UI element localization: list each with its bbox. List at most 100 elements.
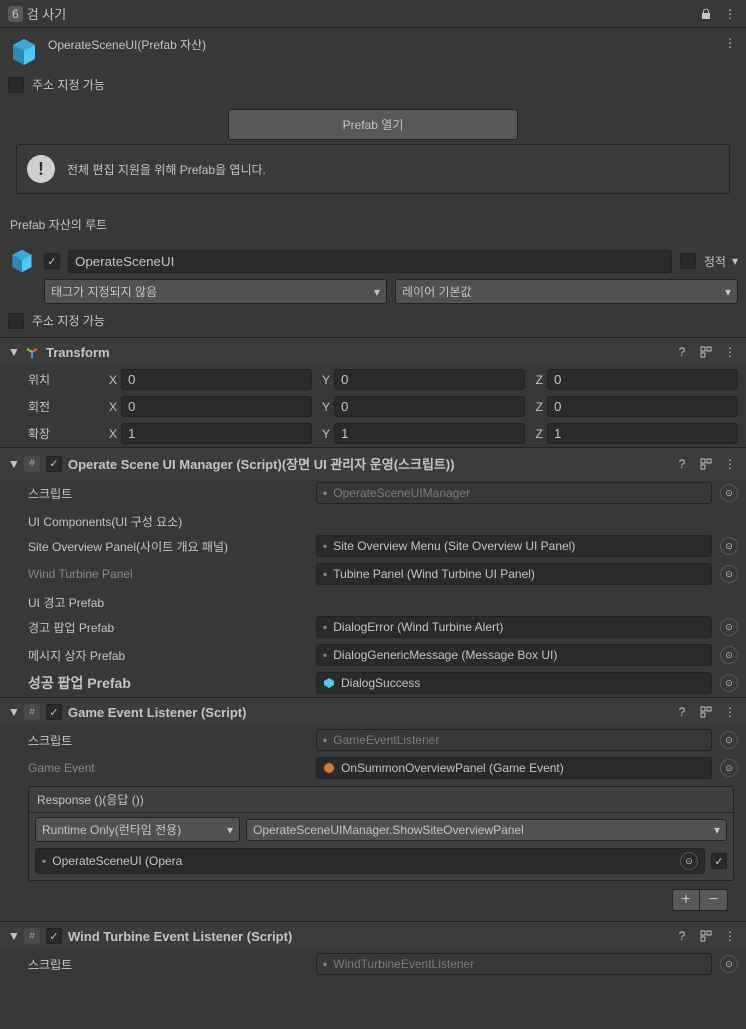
component-menu-icon[interactable]: ⋮ <box>722 704 738 720</box>
root-addressable-checkbox[interactable] <box>8 313 24 329</box>
kebab-menu-icon[interactable]: ⋮ <box>722 7 738 21</box>
event-arg-checkbox[interactable] <box>711 853 727 869</box>
position-z-input[interactable] <box>547 369 738 390</box>
transform-foldout[interactable]: ▼ <box>8 345 18 359</box>
preset-icon[interactable] <box>698 344 714 360</box>
y-label: Y <box>316 373 330 387</box>
script-field: ▪ OperateSceneUIManager <box>316 482 712 504</box>
tag-label: 태그가 지정되지 않음 <box>51 283 157 300</box>
ui-components-heading: UI Components(UI 구성 요소) <box>0 507 746 532</box>
wtel-foldout[interactable]: ▼ <box>8 929 18 943</box>
event-target-field[interactable]: ▪OperateSceneUI (Opera ⊙ <box>35 848 705 874</box>
site-overview-field[interactable]: ▪Site Overview Menu (Site Overview UI Pa… <box>316 535 712 557</box>
help-icon[interactable]: ? <box>674 344 690 360</box>
wtel-title: Wind Turbine Event Listener (Script) <box>68 929 668 944</box>
success-popup-field[interactable]: DialogSuccess <box>316 672 712 694</box>
script-label: 스크립트 <box>28 485 308 502</box>
z-label: Z <box>529 373 543 387</box>
runtime-dropdown[interactable]: Runtime Only(런타임 전용)▾ <box>35 817 240 842</box>
remove-event-button[interactable]: − <box>700 889 728 911</box>
preset-icon[interactable] <box>698 928 714 944</box>
rotation-x-input[interactable] <box>121 396 312 417</box>
info-message: 전체 편집 지원을 위해 Prefab을 엽니다. <box>67 161 266 178</box>
operate-foldout[interactable]: ▼ <box>8 457 18 471</box>
object-picker-icon[interactable]: ⊙ <box>720 537 738 555</box>
rotation-z-input[interactable] <box>547 396 738 417</box>
rotation-label: 회전 <box>28 398 95 415</box>
game-event-field[interactable]: OnSummonOverviewPanel (Game Event) <box>316 757 712 779</box>
addressable-checkbox[interactable] <box>8 77 24 93</box>
object-picker-icon[interactable]: ⊙ <box>720 565 738 583</box>
prefab-root-label: Prefab 자산의 루트 <box>0 206 746 243</box>
ui-alert-heading: UI 경고 Prefab <box>0 588 746 613</box>
scale-x-input[interactable] <box>121 423 312 444</box>
gel-script-label: 스크립트 <box>28 732 308 749</box>
wtel-script-label: 스크립트 <box>28 956 308 973</box>
message-box-field[interactable]: ▪DialogGenericMessage (Message Box UI) <box>316 644 712 666</box>
position-x-input[interactable] <box>121 369 312 390</box>
x-label: X <box>103 373 117 387</box>
gameobject-name-input[interactable] <box>68 250 672 273</box>
alert-popup-label: 경고 팝업 Prefab <box>28 619 308 636</box>
scale-z-input[interactable] <box>547 423 738 444</box>
object-picker-icon[interactable]: ⊙ <box>720 759 738 777</box>
object-picker-icon[interactable]: ⊙ <box>720 731 738 749</box>
object-picker-icon[interactable]: ⊙ <box>720 484 738 502</box>
scale-y-input[interactable] <box>334 423 525 444</box>
wind-turbine-label: Wind Turbine Panel <box>28 567 308 581</box>
open-prefab-button[interactable]: Prefab 열기 <box>228 109 518 140</box>
gel-foldout[interactable]: ▼ <box>8 705 18 719</box>
position-y-input[interactable] <box>334 369 525 390</box>
wtel-enable-checkbox[interactable] <box>46 928 62 944</box>
operate-title: Operate Scene UI Manager (Script)(장면 UI … <box>68 454 668 473</box>
wind-turbine-field[interactable]: ▪Tubine Panel (Wind Turbine UI Panel) <box>316 563 712 585</box>
object-picker-icon[interactable]: ⊙ <box>680 852 698 870</box>
transform-icon <box>24 344 40 360</box>
alert-popup-field[interactable]: ▪DialogError (Wind Turbine Alert) <box>316 616 712 638</box>
root-cube-icon <box>8 247 36 275</box>
object-picker-icon[interactable]: ⊙ <box>720 618 738 636</box>
gel-script-field: ▪GameEventListener <box>316 729 712 751</box>
method-dropdown[interactable]: OperateSceneUIManager.ShowSiteOverviewPa… <box>246 819 727 841</box>
scriptable-object-icon <box>323 762 335 774</box>
prefab-name: OperateSceneUI(Prefab 자산) <box>48 36 714 53</box>
root-addressable-label: 주소 지정 가능 <box>32 312 105 329</box>
gel-enable-checkbox[interactable] <box>46 704 62 720</box>
site-overview-label: Site Overview Panel(사이트 개요 패널) <box>28 538 308 555</box>
prefab-menu-icon[interactable]: ⋮ <box>722 36 738 50</box>
info-icon: ! <box>27 155 55 183</box>
object-picker-icon[interactable]: ⊙ <box>720 674 738 692</box>
operate-enable-checkbox[interactable] <box>46 456 62 472</box>
add-event-button[interactable]: + <box>672 889 700 911</box>
help-icon[interactable]: ? <box>674 704 690 720</box>
static-dropdown[interactable]: 정적 <box>704 253 738 270</box>
rotation-y-input[interactable] <box>334 396 525 417</box>
addressable-label: 주소 지정 가능 <box>32 76 105 93</box>
layer-label: 레이어 기본값 <box>402 283 472 300</box>
help-icon[interactable]: ? <box>674 456 690 472</box>
component-menu-icon[interactable]: ⋮ <box>722 344 738 360</box>
message-box-label: 메시지 상자 Prefab <box>28 647 308 664</box>
script-file-icon: ▪ <box>323 486 327 500</box>
wtel-script-field: ▪WindTurbineEventListener <box>316 953 712 975</box>
object-picker-icon[interactable]: ⊙ <box>720 646 738 664</box>
lock-icon[interactable] <box>700 8 716 20</box>
component-menu-icon[interactable]: ⋮ <box>722 456 738 472</box>
header-badge: 6 <box>8 6 23 22</box>
static-checkbox[interactable] <box>680 253 696 269</box>
preset-icon[interactable] <box>698 456 714 472</box>
transform-title: Transform <box>46 345 668 360</box>
layer-dropdown[interactable]: 레이어 기본값▾ <box>395 279 738 304</box>
preset-icon[interactable] <box>698 704 714 720</box>
help-icon[interactable]: ? <box>674 928 690 944</box>
script-icon: # <box>24 928 40 944</box>
game-event-label: Game Event <box>28 761 308 775</box>
response-header: Response ()(응답 ()) <box>29 787 733 813</box>
object-picker-icon[interactable]: ⊙ <box>720 955 738 973</box>
prefab-mini-icon <box>323 677 335 689</box>
gameobject-active-checkbox[interactable] <box>44 253 60 269</box>
scale-label: 확장 <box>28 425 95 442</box>
tag-dropdown[interactable]: 태그가 지정되지 않음▾ <box>44 279 387 304</box>
component-menu-icon[interactable]: ⋮ <box>722 928 738 944</box>
script-icon: # <box>24 456 40 472</box>
